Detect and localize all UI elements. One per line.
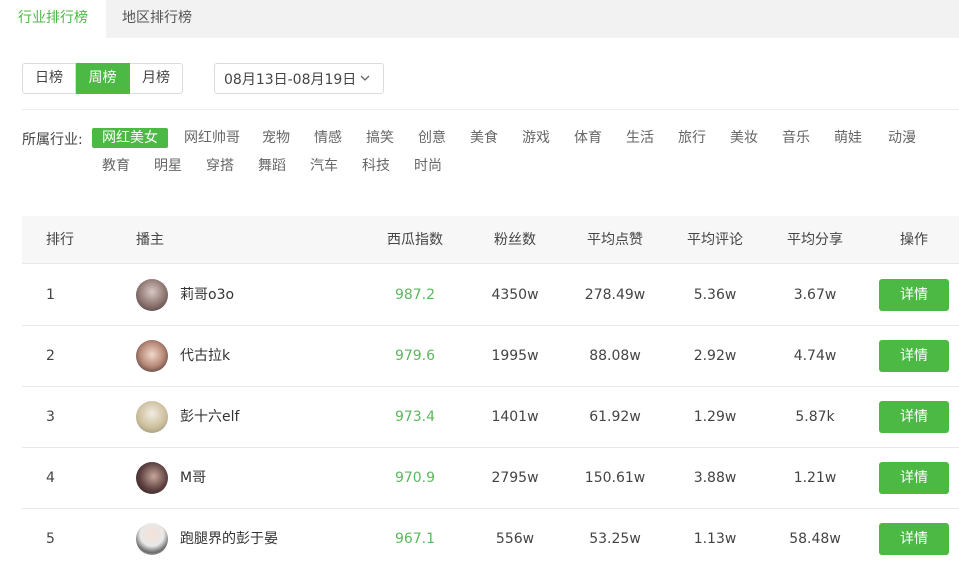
industry-tag[interactable]: 搞笑 bbox=[358, 128, 402, 148]
comments-cell: 2.92w bbox=[693, 348, 737, 364]
col-fans-header: 粉丝数 bbox=[494, 232, 536, 248]
comments-cell: 5.36w bbox=[693, 287, 737, 303]
col-likes-header: 平均点赞 bbox=[587, 232, 643, 248]
host-name[interactable]: 跑腿界的彭于晏 bbox=[180, 509, 278, 566]
shares-cell: 3.67w bbox=[793, 287, 837, 303]
table-row: 2 代古拉k 979.6 1995w 88.08w 2.92w 4.74w 详情 bbox=[22, 326, 959, 387]
date-range-value: 08月13日-08月19日 bbox=[224, 71, 357, 88]
index-cell: 970.9 bbox=[394, 470, 436, 486]
fans-cell: 556w bbox=[495, 531, 535, 547]
table-row: 1 莉哥o3o 987.2 4350w 278.49w 5.36w 3.67w … bbox=[22, 265, 959, 326]
index-cell: 967.1 bbox=[394, 531, 436, 547]
industry-tag[interactable]: 教育 bbox=[92, 156, 140, 176]
industry-tag[interactable]: 旅行 bbox=[670, 128, 714, 148]
date-range-select[interactable]: 08月13日-08月19日 bbox=[214, 63, 384, 94]
index-cell: 979.6 bbox=[394, 348, 436, 364]
fans-cell: 1995w bbox=[491, 348, 539, 364]
likes-cell: 53.25w bbox=[589, 531, 641, 547]
host-name[interactable]: 代古拉k bbox=[180, 326, 230, 387]
rank-cell: 2 bbox=[46, 348, 55, 364]
industry-tag[interactable]: 网红帅哥 bbox=[176, 128, 248, 148]
industry-tag[interactable]: 萌娃 bbox=[826, 128, 870, 148]
industry-tag[interactable]: 时尚 bbox=[404, 156, 452, 176]
fans-cell: 4350w bbox=[491, 287, 539, 303]
fans-cell: 1401w bbox=[491, 409, 539, 425]
detail-button[interactable]: 详情 bbox=[879, 523, 949, 555]
comments-cell: 1.29w bbox=[693, 409, 737, 425]
avatar bbox=[136, 340, 168, 372]
col-rank-header: 排行 bbox=[46, 232, 74, 248]
col-host-header: 播主 bbox=[136, 232, 164, 248]
detail-button[interactable]: 详情 bbox=[879, 401, 949, 433]
avatar bbox=[136, 279, 168, 311]
col-shares-header: 平均分享 bbox=[787, 232, 843, 248]
col-action-header: 操作 bbox=[900, 232, 928, 248]
avatar bbox=[136, 523, 168, 555]
divider bbox=[22, 109, 959, 110]
industry-tag[interactable]: 动漫 bbox=[878, 128, 926, 148]
shares-cell: 4.74w bbox=[793, 348, 837, 364]
index-cell: 987.2 bbox=[394, 287, 436, 303]
period-weekly-button[interactable]: 周榜 bbox=[76, 63, 130, 94]
table-header: 排行 播主 西瓜指数 粉丝数 平均点赞 平均评论 平均分享 操作 bbox=[22, 216, 959, 264]
comments-cell: 1.13w bbox=[693, 531, 737, 547]
top-tab-bar: 行业排行榜 地区排行榜 bbox=[0, 0, 959, 38]
industry-tag[interactable]: 网红美女 bbox=[92, 128, 168, 148]
detail-button[interactable]: 详情 bbox=[879, 462, 949, 494]
industry-tag[interactable]: 科技 bbox=[352, 156, 400, 176]
industry-tag[interactable]: 穿搭 bbox=[196, 156, 244, 176]
industry-tag[interactable]: 舞蹈 bbox=[248, 156, 296, 176]
tab-region-ranking[interactable]: 地区排行榜 bbox=[106, 0, 208, 38]
likes-cell: 278.49w bbox=[584, 287, 646, 303]
comments-cell: 3.88w bbox=[693, 470, 737, 486]
likes-cell: 88.08w bbox=[589, 348, 641, 364]
chevron-down-icon bbox=[360, 75, 370, 81]
col-comments-header: 平均评论 bbox=[687, 232, 743, 248]
period-monthly-button[interactable]: 月榜 bbox=[130, 63, 183, 94]
table-row: 4 M哥 970.9 2795w 150.61w 3.88w 1.21w 详情 bbox=[22, 448, 959, 509]
industry-label: 所属行业: bbox=[22, 132, 83, 148]
likes-cell: 150.61w bbox=[584, 470, 646, 486]
host-name[interactable]: M哥 bbox=[180, 448, 206, 509]
industry-tag[interactable]: 汽车 bbox=[300, 156, 348, 176]
table-row: 3 彭十六elf 973.4 1401w 61.92w 1.29w 5.87k … bbox=[22, 387, 959, 448]
shares-cell: 5.87k bbox=[795, 409, 835, 425]
industry-tag[interactable]: 美食 bbox=[462, 128, 506, 148]
col-index-header: 西瓜指数 bbox=[387, 232, 443, 248]
table-row: 5 跑腿界的彭于晏 967.1 556w 53.25w 1.13w 58.48w… bbox=[22, 509, 959, 566]
industry-tag[interactable]: 情感 bbox=[306, 128, 350, 148]
shares-cell: 1.21w bbox=[793, 470, 837, 486]
host-name[interactable]: 彭十六elf bbox=[180, 387, 239, 448]
industry-tag[interactable]: 游戏 bbox=[514, 128, 558, 148]
avatar bbox=[136, 401, 168, 433]
fans-cell: 2795w bbox=[491, 470, 539, 486]
tab-industry-ranking[interactable]: 行业排行榜 bbox=[0, 0, 106, 38]
host-name[interactable]: 莉哥o3o bbox=[180, 265, 234, 326]
index-cell: 973.4 bbox=[394, 409, 436, 425]
rank-cell: 4 bbox=[46, 470, 55, 486]
avatar bbox=[136, 462, 168, 494]
shares-cell: 58.48w bbox=[789, 531, 841, 547]
likes-cell: 61.92w bbox=[589, 409, 641, 425]
rank-cell: 1 bbox=[46, 287, 55, 303]
industry-tag[interactable]: 生活 bbox=[618, 128, 662, 148]
detail-button[interactable]: 详情 bbox=[879, 279, 949, 311]
period-daily-button[interactable]: 日榜 bbox=[22, 63, 76, 94]
rank-cell: 3 bbox=[46, 409, 55, 425]
industry-tag[interactable]: 音乐 bbox=[774, 128, 818, 148]
industry-tag[interactable]: 明星 bbox=[144, 156, 192, 176]
detail-button[interactable]: 详情 bbox=[879, 340, 949, 372]
industry-tag[interactable]: 美妆 bbox=[722, 128, 766, 148]
industry-tag[interactable]: 创意 bbox=[410, 128, 454, 148]
rank-cell: 5 bbox=[46, 531, 55, 547]
industry-tag[interactable]: 宠物 bbox=[254, 128, 298, 148]
industry-tag[interactable]: 体育 bbox=[566, 128, 610, 148]
period-selector: 日榜 周榜 月榜 bbox=[22, 63, 183, 94]
